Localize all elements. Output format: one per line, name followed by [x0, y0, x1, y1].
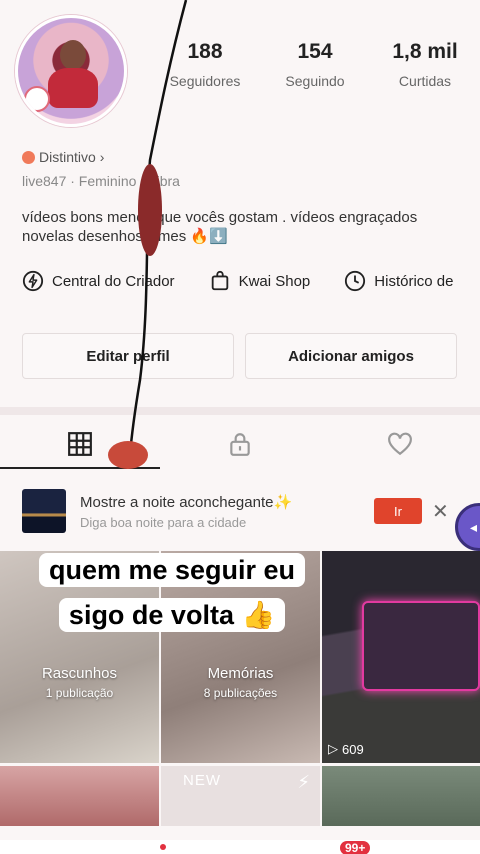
bottom-navigation: [0, 840, 480, 854]
caption-line: sigo de volta 👍: [58, 598, 286, 632]
lock-icon: [230, 433, 250, 456]
notification-badge[interactable]: 99+: [340, 841, 371, 854]
folder-name: Rascunhos: [41, 665, 118, 682]
avatar-dress: [48, 68, 98, 108]
badge-label: Distintivo: [39, 149, 96, 165]
promo-banner[interactable]: Mostre a noite aconchegante✨ Diga boa no…: [0, 481, 480, 541]
video-thumbnail[interactable]: [0, 766, 159, 826]
stat-following[interactable]: 154 Seguindo: [260, 40, 370, 89]
overlay-caption: quem me seguir eu sigo de volta 👍: [14, 548, 330, 638]
promo-go-button[interactable]: Ir: [374, 498, 422, 524]
active-tab-indicator: [0, 467, 160, 469]
promo-subtitle: Diga boa noite para a cidade: [80, 515, 247, 530]
stat-value: 188: [187, 40, 223, 63]
kwai-shop-button[interactable]: Kwai Shop: [209, 270, 311, 292]
creator-center-button[interactable]: Central do Criador: [22, 270, 175, 292]
chevron-left-icon: ◂: [470, 518, 478, 535]
tab-private[interactable]: [160, 418, 320, 470]
bio-line: vídeos bons menos que vocês gostam . víd…: [22, 209, 418, 226]
profile-stats: 188 Seguidores 154 Seguindo 1,8 mil Curt…: [150, 40, 480, 89]
stat-label: Curtidas: [398, 73, 452, 89]
stat-value: 1,8 mil: [392, 40, 458, 63]
video-thumbnail[interactable]: NEW ⚡: [161, 766, 320, 826]
new-tag: NEW: [183, 772, 221, 789]
stat-label: Seguindo: [285, 73, 345, 89]
stat-likes[interactable]: 1,8 mil Curtidas: [370, 40, 480, 89]
lightning-icon: ⚡: [297, 772, 310, 792]
tool-label: Central do Criador: [52, 272, 175, 290]
stat-label: Seguidores: [169, 73, 241, 89]
folder-label: Memórias 8 publicações: [161, 665, 320, 700]
history-button[interactable]: Histórico de: [344, 270, 453, 292]
video-thumbnail[interactable]: ▷ 609: [322, 551, 480, 763]
folder-label: Rascunhos 1 publicação: [0, 665, 159, 700]
badge-icon: [22, 150, 35, 164]
avatar-face: [60, 40, 86, 70]
caption-line: quem me seguir eu: [38, 553, 306, 587]
notification-dot: [160, 844, 166, 850]
section-divider: [0, 407, 480, 415]
folder-name: Memórias: [207, 665, 274, 682]
video-preview-image: [362, 601, 480, 691]
folder-count: 1 publicação: [45, 686, 114, 700]
shopping-bag-icon: [211, 270, 228, 291]
avatar-pet: [24, 86, 50, 112]
tab-posts[interactable]: [0, 418, 160, 470]
profile-bio: vídeos bons menos que vocês gostam . víd…: [22, 208, 462, 246]
folder-count: 8 publicações: [203, 686, 278, 700]
chevron-right-icon: ›: [99, 149, 105, 165]
stat-followers[interactable]: 188 Seguidores: [150, 40, 260, 89]
close-icon[interactable]: ✕: [432, 499, 449, 524]
heart-icon: [388, 432, 412, 456]
stat-value: 154: [297, 40, 333, 63]
video-thumbnail[interactable]: [322, 766, 480, 826]
add-friends-button[interactable]: Adicionar amigos: [245, 333, 457, 379]
view-count: ▷ 609: [328, 741, 364, 757]
tab-liked[interactable]: [320, 418, 480, 470]
grid-icon: [68, 432, 92, 456]
tool-label: Histórico de: [374, 272, 454, 290]
creator-tools: Central do Criador Kwai Shop Histórico d…: [22, 270, 480, 292]
view-count-value: 609: [342, 741, 364, 757]
bio-line: novelas desenhos filmes 🔥⬇️: [22, 228, 228, 245]
tool-label: Kwai Shop: [238, 272, 311, 290]
promo-title: Mostre a noite aconchegante✨: [80, 494, 293, 511]
clock-icon: [345, 270, 366, 292]
promo-thumbnail: [22, 489, 66, 533]
profile-avatar[interactable]: [15, 15, 127, 127]
profile-meta: live847 · Feminino · Libra: [22, 173, 180, 189]
edit-profile-button[interactable]: Editar perfil: [22, 333, 234, 379]
badge-link[interactable]: Distintivo ›: [22, 149, 104, 165]
profile-tabs: [0, 418, 480, 470]
lightning-circle-icon: [22, 270, 44, 292]
play-icon: ▷: [328, 741, 338, 756]
